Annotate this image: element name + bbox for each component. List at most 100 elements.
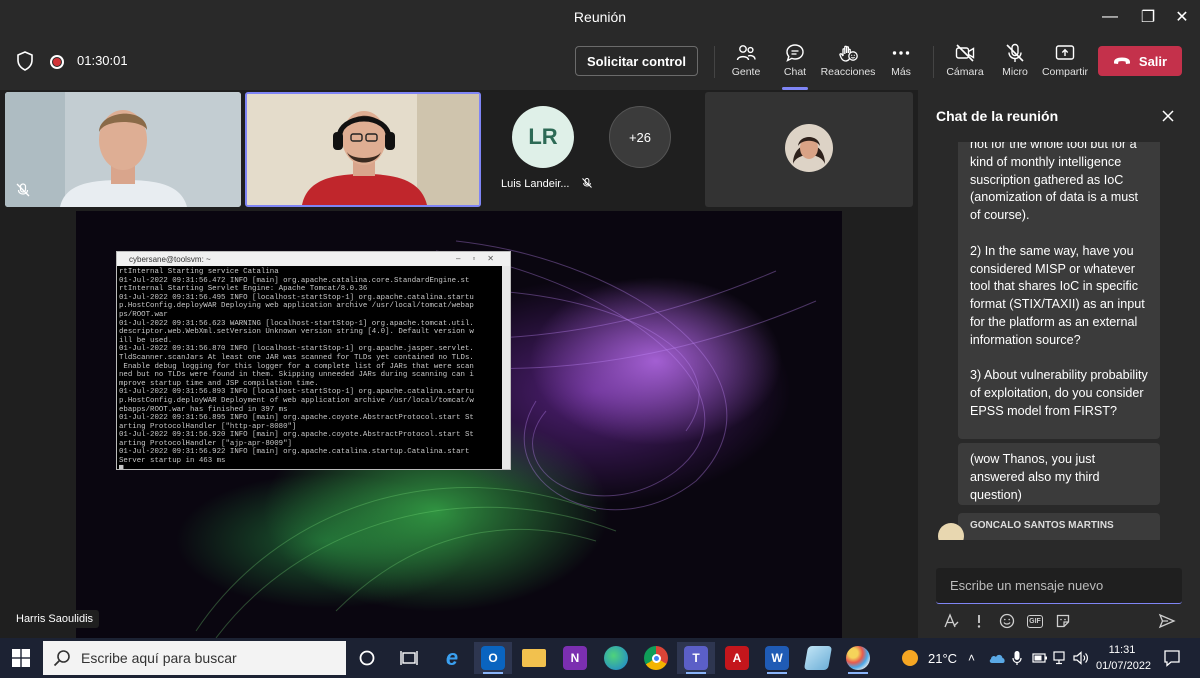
paint-app[interactable] [839, 642, 877, 674]
edge-icon [604, 646, 628, 670]
chat-header: Chat de la reunión [918, 90, 1200, 142]
task-view-button[interactable] [390, 642, 428, 674]
shield-icon[interactable] [16, 51, 34, 71]
battery-icon[interactable] [1032, 638, 1048, 678]
toolbar-divider [933, 46, 934, 78]
task-view-icon [400, 651, 418, 665]
camera-label: Cámara [946, 66, 984, 78]
terminal-line: arting ProtocolHandler ["ajp-apr-8009"] [119, 439, 292, 448]
tray-chevron-icon[interactable]: ˄ [968, 638, 975, 678]
outlook-app[interactable]: O [474, 642, 512, 674]
people-button[interactable]: Gente [718, 42, 774, 86]
edge-app[interactable] [597, 642, 635, 674]
format-icon[interactable] [942, 612, 960, 630]
more-label: Más [891, 66, 911, 78]
terminal-line: mprove startup time and JSP compilation … [119, 379, 319, 388]
close-window-button[interactable]: ✕ [1162, 0, 1200, 34]
terminal-window[interactable]: cybersane@toolsvm: ~ –▫✕ rtInternal Star… [116, 251, 511, 470]
terminal-title-bar[interactable]: cybersane@toolsvm: ~ –▫✕ [117, 252, 510, 266]
terminal-line: 01-Jul-2022 09:31:56.895 INFO [main] org… [119, 414, 474, 423]
camera-off-icon [955, 44, 975, 62]
cortana-button[interactable] [348, 642, 386, 674]
avatar [785, 124, 833, 172]
chat-button[interactable]: Chat [767, 42, 823, 90]
terminal-line: descriptor.web.WebXml.setVersion Unknown… [119, 328, 474, 337]
terminal-line: 01-Jul-2022 09:31:56.495 INFO [localhost… [119, 293, 474, 302]
onedrive-icon[interactable] [988, 638, 1006, 678]
acrobat-app[interactable]: A [718, 642, 756, 674]
weather-temp: 21°C [928, 650, 958, 666]
terminal-line: Server startup in 463 ms [119, 457, 226, 466]
terminal-window-controls[interactable]: –▫✕ [456, 254, 506, 263]
meeting-timer: 01:30:01 [77, 53, 128, 68]
microphone-icon[interactable] [1012, 638, 1022, 678]
request-control-button[interactable]: Solicitar control [575, 46, 698, 76]
volume-icon[interactable] [1073, 638, 1089, 678]
active-speaker-tile[interactable] [245, 92, 481, 207]
terminal-line: ebapps/ROOT.war has finished in 397 ms [119, 405, 288, 414]
network-icon[interactable] [1053, 638, 1069, 678]
word-icon: W [765, 646, 789, 670]
notifications-icon[interactable] [1162, 648, 1182, 668]
presenter-name-label: Harris Saoulidis [10, 610, 100, 628]
terminal-output[interactable]: rtInternal Starting service Catalina 01-J… [117, 266, 510, 469]
outlook-icon: O [481, 646, 505, 670]
important-icon[interactable] [970, 612, 988, 630]
taskbar-search-input[interactable]: Escribe aquí para buscar [43, 641, 346, 675]
share-screen-icon [1055, 45, 1075, 60]
chat-message-text: 2) In the same way, have you considered … [970, 243, 1145, 347]
more-participants-button[interactable]: +26 [609, 106, 671, 168]
file-explorer-app[interactable] [515, 642, 553, 674]
chat-message[interactable]: (wow Thanos, you just answered also my t… [958, 443, 1160, 505]
leave-button[interactable]: Salir [1098, 46, 1182, 76]
weather-widget[interactable]: 21°C [902, 638, 957, 678]
more-button[interactable]: Más [873, 42, 929, 86]
close-icon[interactable] [1158, 106, 1178, 126]
taskbar-clock[interactable]: 11:31 01/07/2022 [1096, 642, 1151, 674]
internet-explorer-app[interactable]: e [433, 642, 471, 674]
participant-avatar[interactable]: LR [512, 106, 574, 168]
chat-messages[interactable]: not for the whole tool but for a kind of… [918, 134, 1200, 540]
gif-icon[interactable]: GIF [1026, 612, 1044, 630]
windows-start-icon[interactable] [12, 649, 30, 667]
cortana-icon [359, 650, 375, 666]
send-icon[interactable] [1158, 612, 1176, 630]
minimize-icon: — [1102, 8, 1118, 25]
share-button[interactable]: Compartir [1037, 42, 1093, 86]
participant-name: Luis Landeir... [501, 177, 593, 190]
teams-app[interactable]: T [677, 642, 715, 674]
internet-explorer-icon: e [445, 645, 459, 670]
emoji-icon[interactable] [998, 612, 1016, 630]
terminal-line: 01-Jul-2022 09:31:56.623 WARNING [localh… [119, 319, 474, 328]
chrome-app[interactable] [637, 642, 675, 674]
camera-button[interactable]: Cámara [937, 42, 993, 86]
gif-label: GIF [1027, 614, 1043, 628]
participant-tile[interactable] [5, 92, 241, 207]
share-label: Compartir [1041, 66, 1089, 78]
terminal-line: rtInternal Starting Servlet Engine: Apac… [119, 285, 368, 294]
recording-indicator-icon [50, 55, 64, 69]
sun-icon [902, 650, 918, 666]
terminal-scrollbar[interactable] [502, 266, 510, 469]
terminal-line: █ [119, 466, 508, 469]
notes-app[interactable] [799, 642, 837, 674]
onenote-icon: N [563, 646, 587, 670]
muted-mic-icon [581, 178, 592, 188]
reactions-button[interactable]: Reacciones [820, 42, 876, 86]
mic-button[interactable]: Micro [987, 42, 1043, 86]
shared-screen: cybersane@toolsvm: ~ –▫✕ rtInternal Star… [76, 211, 842, 638]
close-icon: ✕ [1175, 9, 1189, 26]
onenote-app[interactable]: N [556, 642, 594, 674]
meeting-toolbar: 01:30:01 Solicitar control Gente Chat Re… [0, 34, 1200, 90]
word-app[interactable]: W [758, 642, 796, 674]
window-title: Reunión [573, 9, 627, 25]
chat-message-text: not for the whole tool but for a kind of… [970, 137, 1138, 223]
message-input[interactable]: Escribe un mensaje nuevo [936, 568, 1182, 604]
chat-message[interactable]: not for the whole tool but for a kind of… [958, 134, 1160, 439]
sticker-icon[interactable] [1054, 612, 1072, 630]
paint-icon [846, 646, 870, 670]
minimize-button[interactable]: — [1090, 0, 1130, 34]
participant-tile[interactable] [705, 92, 913, 207]
terminal-line: p.HostConfig.deployWAR Deploying web app… [119, 302, 474, 311]
chat-label: Chat [783, 66, 807, 78]
